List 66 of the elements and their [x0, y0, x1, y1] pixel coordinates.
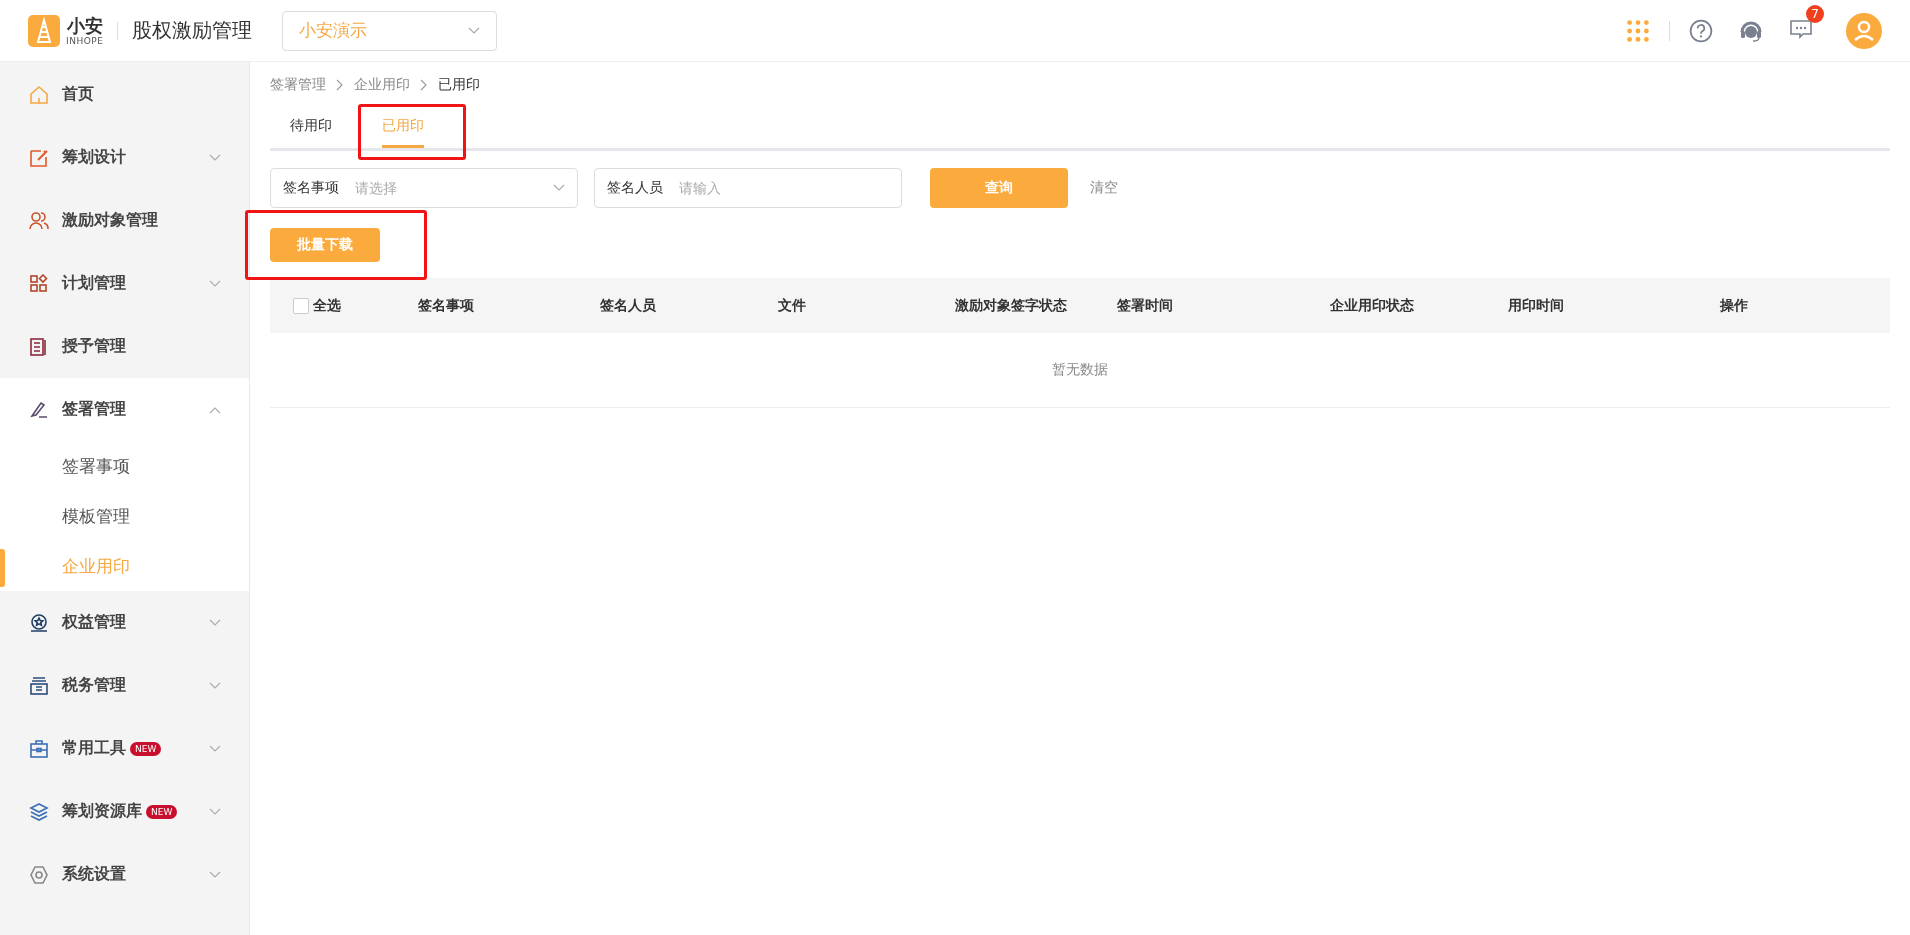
field-label: 签名事项: [283, 179, 339, 197]
tower-logo-icon: [28, 14, 60, 47]
column-header: 全选: [313, 296, 341, 315]
logo-text: 小安: [66, 15, 103, 36]
column-header: 企业用印状态: [1330, 296, 1414, 315]
column-header: 签名事项: [418, 296, 474, 315]
breadcrumb-item: 已用印: [438, 76, 480, 94]
sidebar-item[interactable]: 签署管理: [0, 378, 249, 441]
chevron-right-icon: [420, 79, 428, 91]
help-icon[interactable]: [1689, 18, 1713, 43]
chevron-down-icon: [209, 807, 221, 816]
signature-icon: [29, 399, 49, 420]
sidebar-item[interactable]: 系统设置: [0, 843, 249, 906]
chevron-down-icon: [468, 26, 481, 35]
sidebar-item[interactable]: 税务管理: [0, 654, 249, 717]
text-input[interactable]: 请输入: [677, 179, 889, 197]
sidebar-subitem[interactable]: 模板管理: [0, 491, 249, 541]
new-badge: NEW: [146, 804, 178, 819]
tab[interactable]: 待用印: [270, 106, 352, 148]
logo-subtext: INHOPE: [66, 35, 104, 46]
select-field[interactable]: 签名事项 请选择: [270, 168, 578, 208]
new-badge: NEW: [130, 741, 162, 756]
field-label: 签名人员: [607, 179, 663, 197]
sidebar-item[interactable]: 筹划设计: [0, 126, 249, 189]
sidebar-item[interactable]: 授予管理: [0, 315, 249, 378]
breadcrumb-item[interactable]: 签署管理: [270, 76, 326, 94]
column-header: 签名人员: [600, 296, 656, 315]
sidebar-item[interactable]: 激励对象管理: [0, 189, 249, 252]
grid-diamond-icon: [29, 273, 49, 294]
sidebar-subitem[interactable]: 签署事项: [0, 441, 249, 491]
people-icon: [29, 210, 49, 231]
breadcrumb-item[interactable]: 企业用印: [354, 76, 410, 94]
layers-icon: [29, 801, 49, 822]
column-header: 激励对象签字状态: [955, 296, 1067, 315]
chevron-down-icon: [209, 870, 221, 879]
book-icon: [29, 336, 49, 357]
pencil-square-icon: [29, 147, 49, 168]
chevron-right-icon: [336, 79, 344, 91]
sidebar-item[interactable]: 常用工具 NEW: [0, 717, 249, 780]
chevron-down-icon: [209, 618, 221, 627]
toolbox-icon: [29, 738, 49, 759]
sidebar-item[interactable]: 首页: [0, 63, 249, 126]
hexagon-icon: [29, 864, 49, 885]
column-header: 用印时间: [1508, 296, 1564, 315]
star-badge-icon: [29, 612, 49, 633]
clear-button[interactable]: 清空: [1084, 175, 1124, 201]
sidebar-item[interactable]: 权益管理: [0, 591, 249, 654]
chevron-down-icon: [209, 279, 221, 288]
chevron-down-icon: [209, 153, 221, 162]
column-header: 签署时间: [1117, 296, 1173, 315]
chevron-down-icon: [553, 184, 565, 192]
tax-form-icon: [29, 675, 49, 696]
sidebar-item[interactable]: 计划管理: [0, 252, 249, 315]
app-title: 股权激励管理: [132, 17, 253, 44]
chevron-up-icon: [209, 405, 221, 414]
column-header: 文件: [778, 296, 806, 315]
checkbox[interactable]: [293, 297, 309, 314]
column-header: 操作: [1720, 296, 1748, 315]
home-icon: [29, 84, 49, 105]
sidebar-item[interactable]: 筹划资源库 NEW: [0, 780, 249, 843]
text-input[interactable]: 请选择: [353, 179, 553, 197]
input-field[interactable]: 签名人员 请输入: [594, 168, 902, 208]
empty-state-text: 暂无数据: [1052, 361, 1108, 379]
chevron-down-icon: [209, 744, 221, 753]
chevron-down-icon: [209, 681, 221, 690]
notification-badge: 7: [1806, 4, 1824, 23]
